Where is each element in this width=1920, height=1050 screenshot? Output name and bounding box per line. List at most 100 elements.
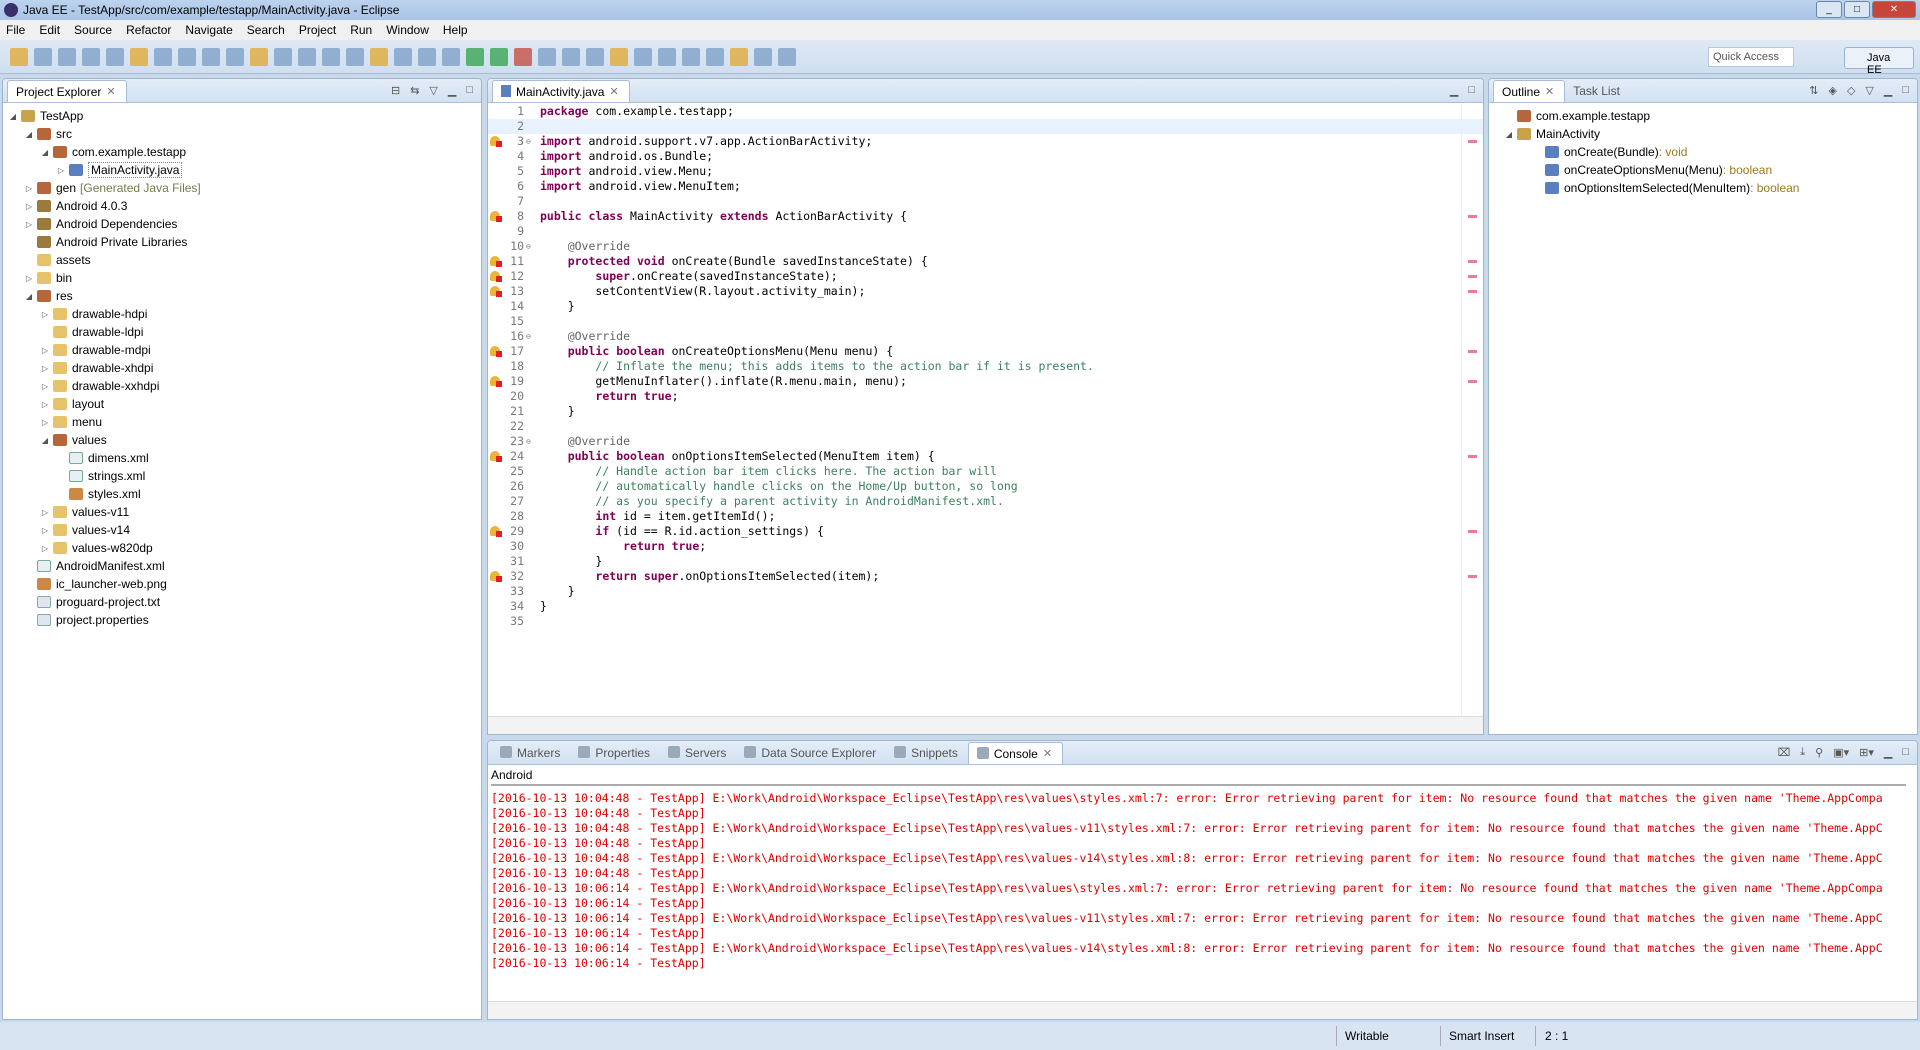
- quick-access-input[interactable]: Quick Access: [1708, 47, 1794, 67]
- clear-console-icon[interactable]: ⌧: [1778, 746, 1791, 759]
- expanded-arrow-icon[interactable]: ◢: [1503, 130, 1515, 139]
- terminal-icon[interactable]: [202, 47, 220, 66]
- tree-item[interactable]: ▷ Android 4.0.3: [7, 197, 481, 215]
- error-quickfix-icon[interactable]: [490, 451, 502, 462]
- drop-frame-icon[interactable]: [418, 47, 436, 66]
- display-console-icon[interactable]: ▣▾: [1833, 746, 1849, 759]
- tree-item[interactable]: ▷ values-v11: [7, 503, 481, 521]
- view-menu-icon[interactable]: ▽: [1865, 84, 1873, 97]
- tree-item[interactable]: strings.xml: [7, 467, 481, 485]
- menu-window[interactable]: Window: [386, 23, 429, 37]
- close-tab-icon[interactable]: ✕: [1545, 85, 1554, 102]
- show-whitespace-icon[interactable]: [178, 47, 196, 66]
- tree-item[interactable]: ▷ gen [Generated Java Files]: [7, 179, 481, 197]
- error-marker[interactable]: [1468, 215, 1477, 218]
- menu-run[interactable]: Run: [350, 23, 372, 37]
- toggle-block-icon[interactable]: [154, 47, 172, 66]
- collapsed-arrow-icon[interactable]: ▷: [39, 526, 51, 535]
- forward-icon[interactable]: [778, 47, 796, 66]
- minimize-icon[interactable]: ▁: [448, 84, 456, 97]
- menu-refactor[interactable]: Refactor: [126, 23, 171, 37]
- collapsed-arrow-icon[interactable]: ▷: [39, 508, 51, 517]
- error-marker[interactable]: [1468, 350, 1477, 353]
- minimize-icon[interactable]: ▁: [1884, 746, 1892, 759]
- collapsed-arrow-icon[interactable]: ▷: [23, 220, 35, 229]
- sort-icon[interactable]: ⇅: [1809, 84, 1818, 97]
- tree-item[interactable]: ▷ values-w820dp: [7, 539, 481, 557]
- expanded-arrow-icon[interactable]: ◢: [39, 436, 51, 445]
- error-marker[interactable]: [1468, 140, 1477, 143]
- tree-item[interactable]: ▷ drawable-mdpi: [7, 341, 481, 359]
- close-tab-icon[interactable]: ✕: [1043, 747, 1052, 764]
- debug-icon[interactable]: [466, 47, 484, 66]
- error-quickfix-icon[interactable]: [490, 571, 502, 582]
- next-annotation-icon[interactable]: [706, 47, 724, 66]
- error-quickfix-icon[interactable]: [490, 211, 502, 222]
- scroll-lock-icon[interactable]: ⤓: [1800, 746, 1805, 759]
- view-menu-icon[interactable]: ▽: [429, 84, 437, 97]
- minimize-icon[interactable]: ▁: [1450, 84, 1458, 97]
- collapsed-arrow-icon[interactable]: ▷: [23, 202, 35, 211]
- tree-item[interactable]: ◢ src: [7, 125, 481, 143]
- link-editor-icon[interactable]: ⇆: [410, 84, 419, 97]
- tab-console[interactable]: Console ✕: [967, 742, 1064, 764]
- error-quickfix-icon[interactable]: [490, 376, 502, 387]
- new-java-icon[interactable]: [562, 47, 580, 66]
- pin-console-icon[interactable]: ⚲: [1815, 746, 1823, 759]
- tree-item[interactable]: ◢ res: [7, 287, 481, 305]
- tree-item[interactable]: dimens.xml: [7, 449, 481, 467]
- tab-properties[interactable]: Properties: [570, 742, 660, 764]
- tree-item[interactable]: ◢ com.example.testapp: [7, 143, 481, 161]
- collapsed-arrow-icon[interactable]: ▷: [39, 544, 51, 553]
- error-marker[interactable]: [1468, 380, 1477, 383]
- collapsed-arrow-icon[interactable]: ▷: [39, 364, 51, 373]
- step-into-icon[interactable]: [346, 47, 364, 66]
- save-icon[interactable]: [34, 47, 52, 66]
- tree-item[interactable]: Android Private Libraries: [7, 233, 481, 251]
- collapse-all-icon[interactable]: ⊟: [391, 84, 400, 97]
- back-icon[interactable]: [754, 47, 772, 66]
- tree-item[interactable]: ◢ values: [7, 431, 481, 449]
- tree-item[interactable]: AndroidManifest.xml: [7, 557, 481, 575]
- tab-snippets[interactable]: Snippets: [886, 742, 968, 764]
- overview-ruler[interactable]: [1461, 104, 1483, 716]
- error-quickfix-icon[interactable]: [490, 346, 502, 357]
- fold-toggle-icon[interactable]: ⊖: [526, 239, 534, 254]
- error-marker[interactable]: [1468, 260, 1477, 263]
- outline-item[interactable]: com.example.testapp: [1503, 107, 1917, 125]
- debug-skip-icon[interactable]: [130, 47, 148, 66]
- tree-item[interactable]: ▷ menu: [7, 413, 481, 431]
- use-step-filters-icon[interactable]: [442, 47, 460, 66]
- error-marker[interactable]: [1468, 455, 1477, 458]
- menu-project[interactable]: Project: [299, 23, 336, 37]
- tree-item[interactable]: ▷ bin: [7, 269, 481, 287]
- terminate-icon[interactable]: [298, 47, 316, 66]
- error-quickfix-icon[interactable]: [490, 271, 502, 282]
- open-console-icon[interactable]: ⊞▾: [1859, 746, 1874, 759]
- expanded-arrow-icon[interactable]: ◢: [23, 292, 35, 301]
- close-tab-icon[interactable]: ✕: [609, 85, 618, 102]
- fold-toggle-icon[interactable]: ⊖: [526, 434, 534, 449]
- maximize-icon[interactable]: □: [1902, 84, 1909, 97]
- horizontal-scrollbar[interactable]: [488, 716, 1483, 734]
- maximize-icon[interactable]: □: [466, 84, 473, 97]
- minimize-button[interactable]: _: [1816, 1, 1842, 18]
- error-quickfix-icon[interactable]: [490, 256, 502, 267]
- expanded-arrow-icon[interactable]: ◢: [7, 112, 19, 121]
- open-perspective-icon[interactable]: [682, 47, 700, 66]
- tree-item[interactable]: ic_launcher-web.png: [7, 575, 481, 593]
- globe-icon[interactable]: [658, 47, 676, 66]
- menu-navigate[interactable]: Navigate: [185, 23, 232, 37]
- error-quickfix-icon[interactable]: [490, 526, 502, 537]
- tree-item[interactable]: proguard-project.txt: [7, 593, 481, 611]
- open-type-icon[interactable]: [82, 47, 100, 66]
- tab-mainactivity-java[interactable]: MainActivity.java ✕: [492, 80, 630, 102]
- tree-item[interactable]: ▷ Android Dependencies: [7, 215, 481, 233]
- tree-item[interactable]: project.properties: [7, 611, 481, 629]
- error-marker[interactable]: [1468, 530, 1477, 533]
- console-output[interactable]: [2016-10-13 10:04:48 - TestApp] E:\Work\…: [488, 789, 1917, 1001]
- error-marker[interactable]: [1468, 290, 1477, 293]
- open-task-icon[interactable]: [586, 47, 604, 66]
- outline-item[interactable]: onCreateOptionsMenu(Menu) : boolean: [1503, 161, 1917, 179]
- tree-item[interactable]: assets: [7, 251, 481, 269]
